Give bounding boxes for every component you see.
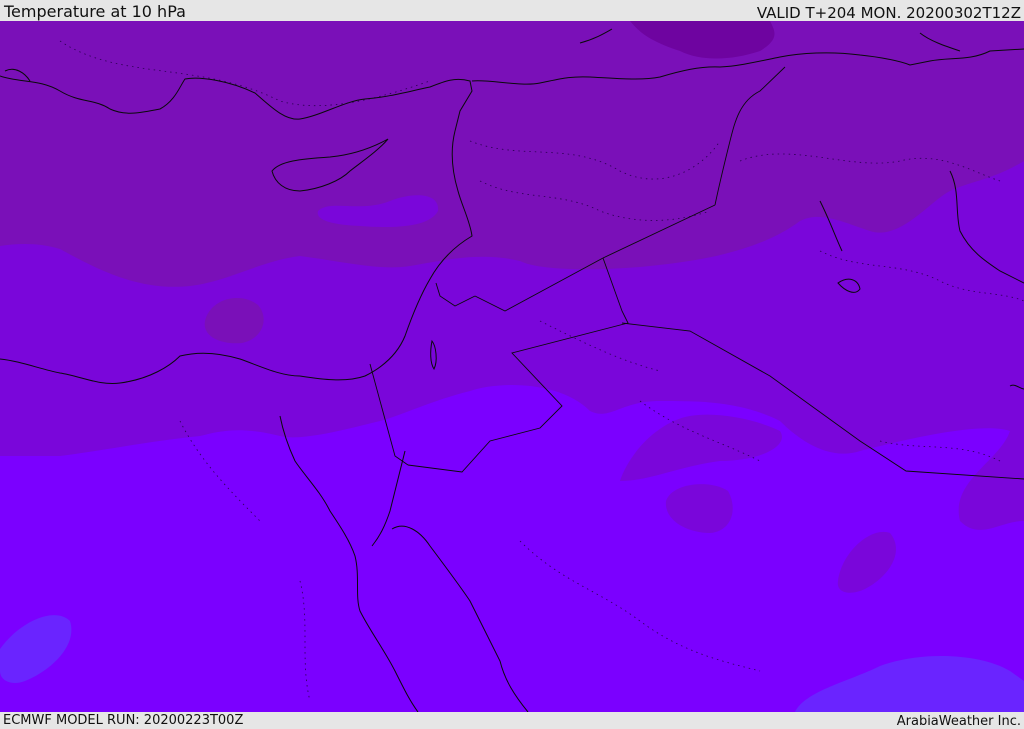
temperature-map xyxy=(0,21,1024,712)
footer-bar: ECMWF MODEL RUN: 20200223T00Z ArabiaWeat… xyxy=(0,712,1024,729)
credit-text: ArabiaWeather Inc. xyxy=(896,714,1021,729)
model-run: ECMWF MODEL RUN: 20200223T00Z xyxy=(3,713,244,728)
map-title: Temperature at 10 hPa xyxy=(4,2,186,21)
map-area[interactable] xyxy=(0,21,1024,712)
valid-time: VALID T+204 MON. 20200302T12Z xyxy=(756,4,1021,22)
header-bar: Temperature at 10 hPa VALID T+204 MON. 2… xyxy=(0,0,1024,21)
